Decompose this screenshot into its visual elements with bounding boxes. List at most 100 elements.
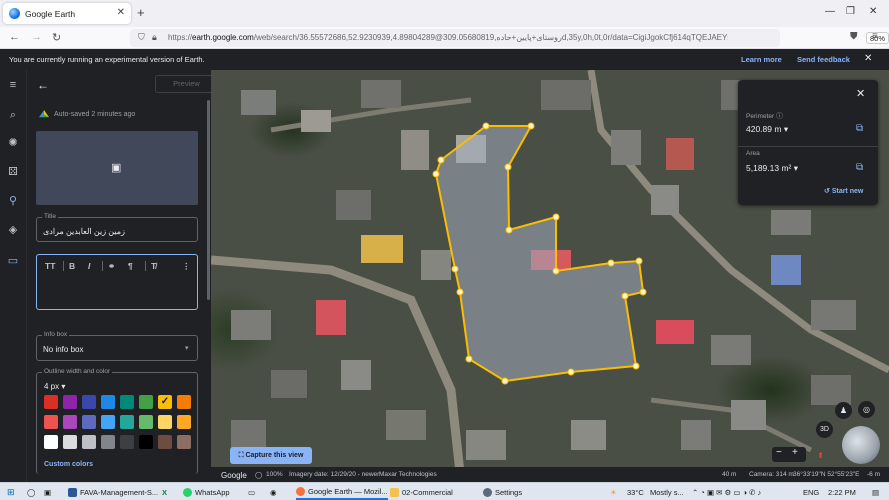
color-swatch[interactable] — [44, 395, 58, 409]
color-swatch[interactable] — [82, 395, 96, 409]
color-swatch[interactable] — [139, 395, 153, 409]
address-bar[interactable]: ⛉ 🔒︎ https://earth.google.com/web/search… — [130, 29, 889, 47]
color-swatch[interactable] — [177, 395, 191, 409]
back-arrow-icon[interactable]: ← — [37, 78, 49, 92]
restore-button[interactable]: ❐ — [846, 6, 855, 17]
more-options-icon[interactable]: ⋮ — [182, 261, 191, 272]
color-swatch[interactable] — [177, 435, 191, 449]
language-indicator[interactable]: ENG — [803, 484, 819, 500]
start-new-button[interactable]: ↺ Start new — [824, 187, 863, 195]
pocket-icon[interactable]: ⛊ — [850, 31, 858, 42]
minimize-button[interactable]: — — [825, 6, 835, 17]
folder-icon[interactable]: ▭ — [248, 484, 255, 500]
polygon-vertex-handle[interactable] — [567, 368, 575, 376]
learn-more-link[interactable]: Learn more — [741, 55, 782, 64]
polygon-vertex-handle[interactable] — [632, 362, 640, 370]
polygon-vertex-handle[interactable] — [504, 163, 512, 171]
tab-google-earth[interactable]: Google Earth ✕ — [3, 3, 131, 24]
polygon-vertex-handle[interactable] — [437, 156, 445, 164]
copy-perimeter-icon[interactable]: ⧉ — [856, 123, 863, 134]
color-swatch[interactable] — [120, 435, 134, 449]
color-swatch[interactable] — [63, 395, 77, 409]
color-swatch[interactable] — [63, 435, 77, 449]
close-tab-icon[interactable]: ✕ — [117, 7, 125, 18]
weather-text[interactable]: Mostly s... — [650, 484, 684, 500]
polygon-vertex-handle[interactable] — [456, 288, 464, 296]
close-measure-icon[interactable]: ✕ — [856, 87, 865, 100]
custom-colors-link[interactable]: Custom colors — [44, 461, 93, 468]
search-icon[interactable]: ⌕ — [6, 108, 20, 122]
color-swatch-selected[interactable]: ✓ — [158, 395, 172, 409]
notifications-icon[interactable]: ▤ — [872, 484, 879, 500]
area-value[interactable]: 5,189.13 m² ▾ — [746, 163, 798, 174]
color-swatch[interactable] — [101, 415, 115, 429]
info-box-value[interactable]: No info box — [43, 345, 83, 354]
url-text[interactable]: https://earth.google.com/web/search/36.5… — [168, 33, 728, 42]
dice-icon[interactable]: ⚄ — [6, 165, 20, 179]
preview-button[interactable]: Preview — [155, 75, 218, 93]
task-view-icon[interactable]: ▣ — [44, 484, 51, 500]
send-feedback-link[interactable]: Send feedback — [797, 55, 850, 64]
capture-view-button[interactable]: ⛶ Capture this view — [230, 447, 312, 464]
my-location-icon[interactable]: ◎ — [858, 401, 875, 418]
color-swatch[interactable] — [101, 395, 115, 409]
color-swatch[interactable] — [44, 415, 58, 429]
tray-icons[interactable]: ⌃ ◔ ▣ ✉ ⚙ ▭ ◑ ✆ ♪ — [692, 484, 761, 500]
weather-temp[interactable]: 33°C — [627, 484, 644, 500]
polygon-vertex-handle[interactable] — [527, 122, 535, 130]
compass-icon[interactable]: ⬆ — [812, 447, 829, 464]
zoom-in-button[interactable]: + — [792, 447, 798, 458]
polygon-vertex-handle[interactable] — [635, 257, 643, 265]
toggle-3d-button[interactable]: 3D — [816, 421, 833, 438]
street-view-pegman-icon[interactable]: ♟ — [835, 402, 852, 419]
polygon-vertex-handle[interactable] — [607, 259, 615, 267]
close-banner-icon[interactable]: ✕ — [864, 53, 872, 64]
polygon-vertex-handle[interactable] — [505, 226, 513, 234]
color-swatch[interactable] — [63, 415, 77, 429]
polygon-vertex-handle[interactable] — [432, 170, 440, 178]
projects-icon[interactable]: ⚲ — [6, 194, 20, 208]
bold-icon[interactable]: B — [69, 261, 75, 271]
taskbar-item-folder[interactable]: 02-Commercial — [390, 484, 453, 500]
shield-icon[interactable]: ⛉ — [138, 32, 145, 43]
outline-width-select[interactable]: 4 px ▾ — [44, 382, 65, 391]
polygon-vertex-handle[interactable] — [465, 355, 473, 363]
polygon-vertex-handle[interactable] — [482, 122, 490, 130]
lock-icon[interactable]: 🔒︎ — [152, 32, 157, 43]
color-swatch[interactable] — [101, 435, 115, 449]
color-swatch[interactable] — [139, 435, 153, 449]
polygon-vertex-handle[interactable] — [552, 213, 560, 221]
reload-icon[interactable]: ↻ — [52, 31, 61, 44]
excel-icon[interactable]: X — [162, 484, 167, 500]
close-window-button[interactable]: ✕ — [869, 6, 877, 17]
chrome-icon[interactable]: ◉ — [270, 484, 277, 500]
taskbar-item-whatsapp[interactable]: WhatsApp — [183, 484, 230, 500]
polygon-vertex-handle[interactable] — [501, 377, 509, 385]
windows-start-icon[interactable]: ⊞ — [7, 484, 15, 500]
polygon-vertex-handle[interactable] — [639, 288, 647, 296]
measure-icon[interactable]: ▭ — [6, 254, 20, 268]
link-icon[interactable]: ⚭ — [108, 261, 115, 272]
text-size-icon[interactable]: TT — [45, 261, 55, 271]
back-icon[interactable]: ← — [9, 31, 20, 43]
color-swatch[interactable] — [177, 415, 191, 429]
info-box-select[interactable]: Info box No info box ▾ — [36, 331, 198, 361]
title-field[interactable]: Title زمین زین العابدین مرادی — [36, 213, 198, 242]
zoom-out-button[interactable]: − — [776, 447, 782, 458]
italic-icon[interactable]: I — [88, 261, 90, 271]
forward-icon[interactable]: → — [31, 31, 42, 43]
new-tab-button[interactable]: + — [137, 5, 145, 20]
clear-format-icon[interactable]: T̸ — [151, 261, 156, 271]
color-swatch[interactable] — [82, 435, 96, 449]
description-editor[interactable]: TT B I ⚭ ¶ T̸ ⋮ — [36, 254, 198, 310]
color-swatch[interactable] — [158, 415, 172, 429]
perimeter-value[interactable]: 420.89 m ▾ — [746, 124, 788, 135]
color-swatch[interactable] — [120, 395, 134, 409]
title-value[interactable]: زمین زین العابدین مرادی — [43, 227, 125, 236]
panel-scrollbar[interactable] — [207, 100, 210, 300]
polygon-vertex-handle[interactable] — [451, 265, 459, 273]
color-swatch[interactable] — [158, 435, 172, 449]
taskbar-item-settings[interactable]: Settings — [483, 484, 522, 500]
color-swatch[interactable] — [120, 415, 134, 429]
color-swatch[interactable] — [44, 435, 58, 449]
